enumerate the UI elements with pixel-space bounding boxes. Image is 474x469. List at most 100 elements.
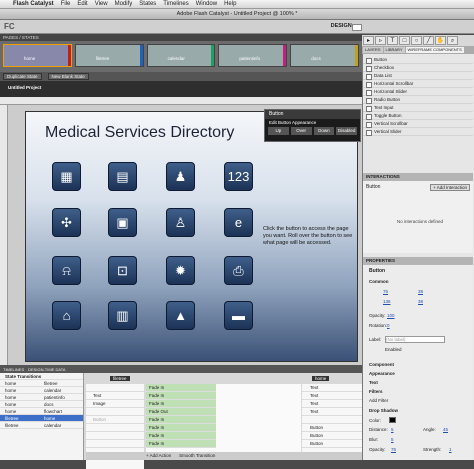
text-section[interactable]: Text bbox=[369, 380, 378, 385]
effect-bar[interactable]: Fade In bbox=[146, 440, 216, 448]
component-item[interactable]: Checkbox bbox=[363, 64, 473, 72]
lock-icon[interactable]: ⊡ bbox=[108, 256, 137, 285]
effect-bar[interactable]: Fade In bbox=[146, 392, 216, 400]
new-blank-state-button[interactable]: New Blank State bbox=[47, 73, 89, 80]
page-thumb-patientinfo[interactable]: patientinfo bbox=[218, 44, 288, 67]
component-item[interactable]: Data List bbox=[363, 72, 473, 80]
add-action-button[interactable]: + Add Action bbox=[146, 452, 171, 460]
interactions-header[interactable]: INTERACTIONS bbox=[363, 173, 473, 181]
common-section[interactable]: Common bbox=[369, 279, 389, 284]
hand-tool-icon[interactable]: ✋ bbox=[435, 36, 446, 45]
settings-gear-icon[interactable]: ✹ bbox=[166, 256, 195, 285]
effect-bar[interactable]: Fade In bbox=[146, 424, 216, 432]
drop-shadow-section[interactable]: Drop Shadow bbox=[369, 408, 398, 413]
effect-bar[interactable]: Fade In bbox=[146, 416, 216, 424]
text-tool-icon[interactable]: T bbox=[387, 36, 398, 45]
component-item[interactable]: Vertical Scrollbar bbox=[363, 120, 473, 128]
target-layer[interactable]: Text bbox=[302, 408, 362, 416]
component-item[interactable]: Horizontal Scrollbar bbox=[363, 80, 473, 88]
doctor-icon[interactable]: ♟ bbox=[166, 162, 195, 191]
state-down-button[interactable]: Down bbox=[313, 127, 335, 135]
target-layer[interactable]: Button bbox=[302, 424, 362, 432]
staff-icon[interactable]: ♙ bbox=[166, 208, 195, 237]
target-layer[interactable]: Text bbox=[302, 400, 362, 408]
opacity2-field[interactable]: 75 bbox=[391, 447, 396, 452]
component-item[interactable]: Toggle Button bbox=[363, 112, 473, 120]
w-field[interactable]: 38 bbox=[418, 289, 423, 294]
home-icon[interactable]: ⌂ bbox=[52, 301, 81, 330]
scanner-icon[interactable]: ▬ bbox=[224, 301, 253, 330]
add-filter-button[interactable]: Add Filter bbox=[369, 398, 388, 403]
component-item[interactable]: Vertical Slider bbox=[363, 128, 473, 136]
alarm-bell-icon[interactable]: ⍾ bbox=[52, 256, 81, 285]
smooth-transition-button[interactable]: Smooth Transition bbox=[179, 452, 215, 460]
menu-help[interactable]: Help bbox=[224, 1, 236, 7]
numbers-icon[interactable]: 123 bbox=[224, 162, 253, 191]
transition-row[interactable]: filetree home bbox=[0, 415, 83, 422]
effect-bar[interactable]: Fade In bbox=[146, 400, 216, 408]
rotation-field[interactable]: 0 bbox=[387, 323, 390, 328]
appearance-section[interactable]: Appearance bbox=[369, 371, 395, 376]
component-item[interactable]: Horizontal Slider bbox=[363, 88, 473, 96]
blur-field[interactable]: 5 bbox=[391, 437, 394, 442]
x-field[interactable]: 75 bbox=[383, 289, 388, 294]
menu-timelines[interactable]: Timelines bbox=[163, 1, 188, 7]
enabled-checkbox[interactable]: Enabled bbox=[385, 347, 402, 352]
strength-field[interactable]: 1 bbox=[449, 447, 452, 452]
shadow-color-swatch[interactable] bbox=[389, 417, 396, 423]
state-disabled-button[interactable]: Disabled bbox=[336, 127, 357, 135]
h-field[interactable]: 38 bbox=[418, 299, 423, 304]
network-icon[interactable]: ✣ bbox=[52, 208, 81, 237]
target-layer[interactable]: Text bbox=[302, 384, 362, 392]
timeline-layer[interactable] bbox=[86, 424, 144, 432]
menu-modify[interactable]: Modify bbox=[115, 1, 133, 7]
building-icon[interactable]: ▥ bbox=[108, 301, 137, 330]
effect-bar[interactable]: Fade In bbox=[146, 432, 216, 440]
timeline-layer[interactable] bbox=[86, 440, 144, 448]
calendar-icon[interactable]: ▤ bbox=[108, 162, 137, 191]
component-item[interactable]: Button bbox=[363, 56, 473, 64]
distance-field[interactable]: 5 bbox=[391, 427, 394, 432]
tab-design-time-data[interactable]: DESIGN-TIME DATA bbox=[28, 366, 65, 373]
transition-row[interactable]: home docs bbox=[0, 401, 83, 408]
tab-library[interactable]: LIBRARY bbox=[383, 47, 405, 53]
angle-field[interactable]: 45 bbox=[443, 427, 448, 432]
menu-app[interactable]: Flash Catalyst bbox=[13, 1, 54, 7]
y-field[interactable]: 136 bbox=[383, 299, 391, 304]
sample-icon[interactable]: ⎙ bbox=[224, 256, 253, 285]
document-icon[interactable]: e bbox=[224, 208, 253, 237]
page-thumb-calendar[interactable]: calendar bbox=[146, 44, 216, 67]
target-layer[interactable] bbox=[302, 416, 362, 424]
search-field[interactable] bbox=[352, 24, 362, 31]
page-thumb-home[interactable]: home bbox=[3, 44, 72, 67]
timeline-layer[interactable]: Text bbox=[86, 392, 144, 400]
duplicate-state-button[interactable]: Duplicate State bbox=[3, 73, 42, 80]
menu-view[interactable]: View bbox=[95, 1, 108, 7]
ellipse-tool-icon[interactable]: ○ bbox=[411, 36, 422, 45]
transition-row[interactable]: home calendar bbox=[0, 387, 83, 394]
effect-bar[interactable]: Fade In bbox=[146, 384, 216, 392]
timeline-layer[interactable] bbox=[86, 408, 144, 416]
target-layer[interactable]: Button bbox=[302, 440, 362, 448]
state-over-button[interactable]: Over bbox=[290, 127, 312, 135]
select-tool-icon[interactable]: ▸ bbox=[363, 36, 374, 45]
opacity-field[interactable]: 100 bbox=[387, 313, 395, 318]
timeline-layer[interactable] bbox=[86, 384, 144, 392]
timeline-layer[interactable]: Image bbox=[86, 400, 144, 408]
page-thumb-docs[interactable]: docs bbox=[290, 44, 359, 67]
target-layer[interactable]: Button bbox=[302, 432, 362, 440]
transition-row[interactable]: home patientinfo bbox=[0, 394, 83, 401]
tab-wireframe-components[interactable]: WIREFRAME COMPONENTS bbox=[405, 47, 464, 53]
tab-timelines[interactable]: TIMELINES bbox=[3, 366, 24, 373]
transition-row[interactable]: filetree calendar bbox=[0, 422, 83, 429]
properties-header[interactable]: PROPERTIES bbox=[363, 257, 473, 265]
component-item[interactable]: Text Input bbox=[363, 104, 473, 112]
menu-states[interactable]: States bbox=[139, 1, 156, 7]
timeline-layer[interactable] bbox=[86, 432, 144, 440]
tab-layers[interactable]: LAYERS bbox=[363, 47, 383, 53]
label-input[interactable]: (No label) bbox=[385, 336, 445, 343]
transition-row[interactable]: home filetree bbox=[0, 380, 83, 387]
transition-row[interactable]: home flowchart bbox=[0, 408, 83, 415]
page-thumb-filetree[interactable]: filetree bbox=[74, 44, 144, 67]
zoom-tool-icon[interactable]: ⌕ bbox=[447, 36, 458, 45]
